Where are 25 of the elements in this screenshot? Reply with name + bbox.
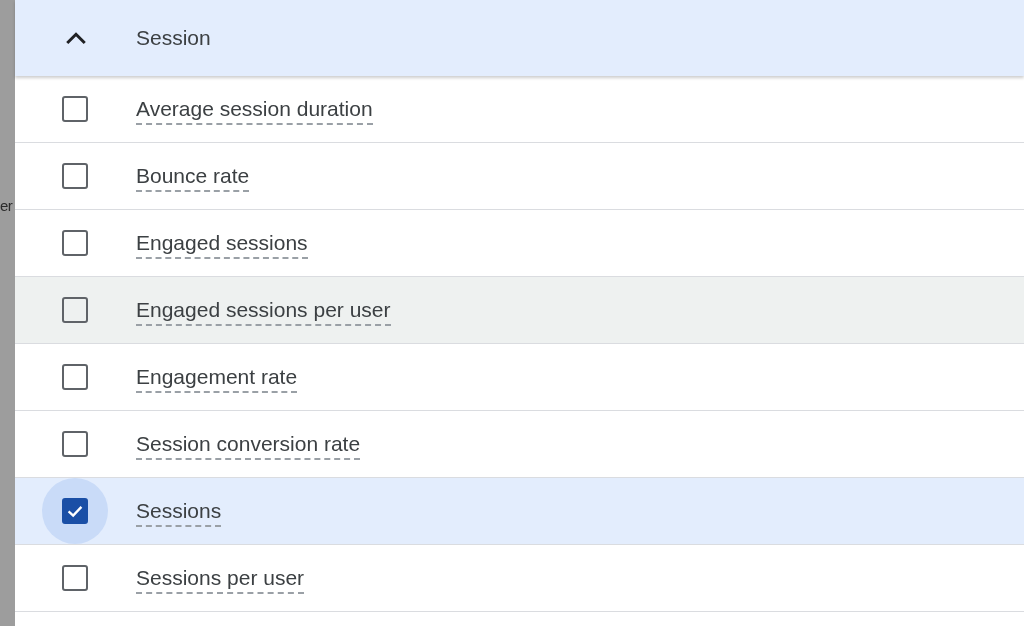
metric-label: Sessions xyxy=(136,499,222,527)
metric-label: Engaged sessions per user xyxy=(136,298,391,326)
backdrop-text: er xyxy=(0,197,13,214)
checkbox[interactable] xyxy=(61,96,88,122)
metric-label: Average session duration xyxy=(136,97,373,125)
metric-row[interactable]: Average session duration xyxy=(15,76,1024,143)
group-title: Session xyxy=(136,26,211,50)
checkbox[interactable] xyxy=(61,565,88,591)
checkbox[interactable] xyxy=(61,431,88,457)
metric-label: Session conversion rate xyxy=(136,432,361,460)
metric-row[interactable]: Bounce rate xyxy=(15,143,1024,210)
checkbox[interactable] xyxy=(61,297,88,323)
metric-label: Engaged sessions xyxy=(136,231,308,259)
metric-row[interactable]: Engaged sessions per user xyxy=(15,277,1024,344)
metric-row[interactable]: Sessions xyxy=(15,478,1024,545)
group-header[interactable]: Session xyxy=(15,0,1024,76)
checkbox[interactable] xyxy=(61,364,88,390)
checkbox[interactable] xyxy=(61,230,88,256)
checkbox[interactable] xyxy=(61,498,88,524)
metric-label: Engagement rate xyxy=(136,365,298,393)
metric-row[interactable]: Engagement rate xyxy=(15,344,1024,411)
metric-row[interactable]: Sessions per user xyxy=(15,545,1024,612)
metric-label: Bounce rate xyxy=(136,164,250,192)
checkbox[interactable] xyxy=(61,163,88,189)
metric-label: Sessions per user xyxy=(136,566,305,594)
